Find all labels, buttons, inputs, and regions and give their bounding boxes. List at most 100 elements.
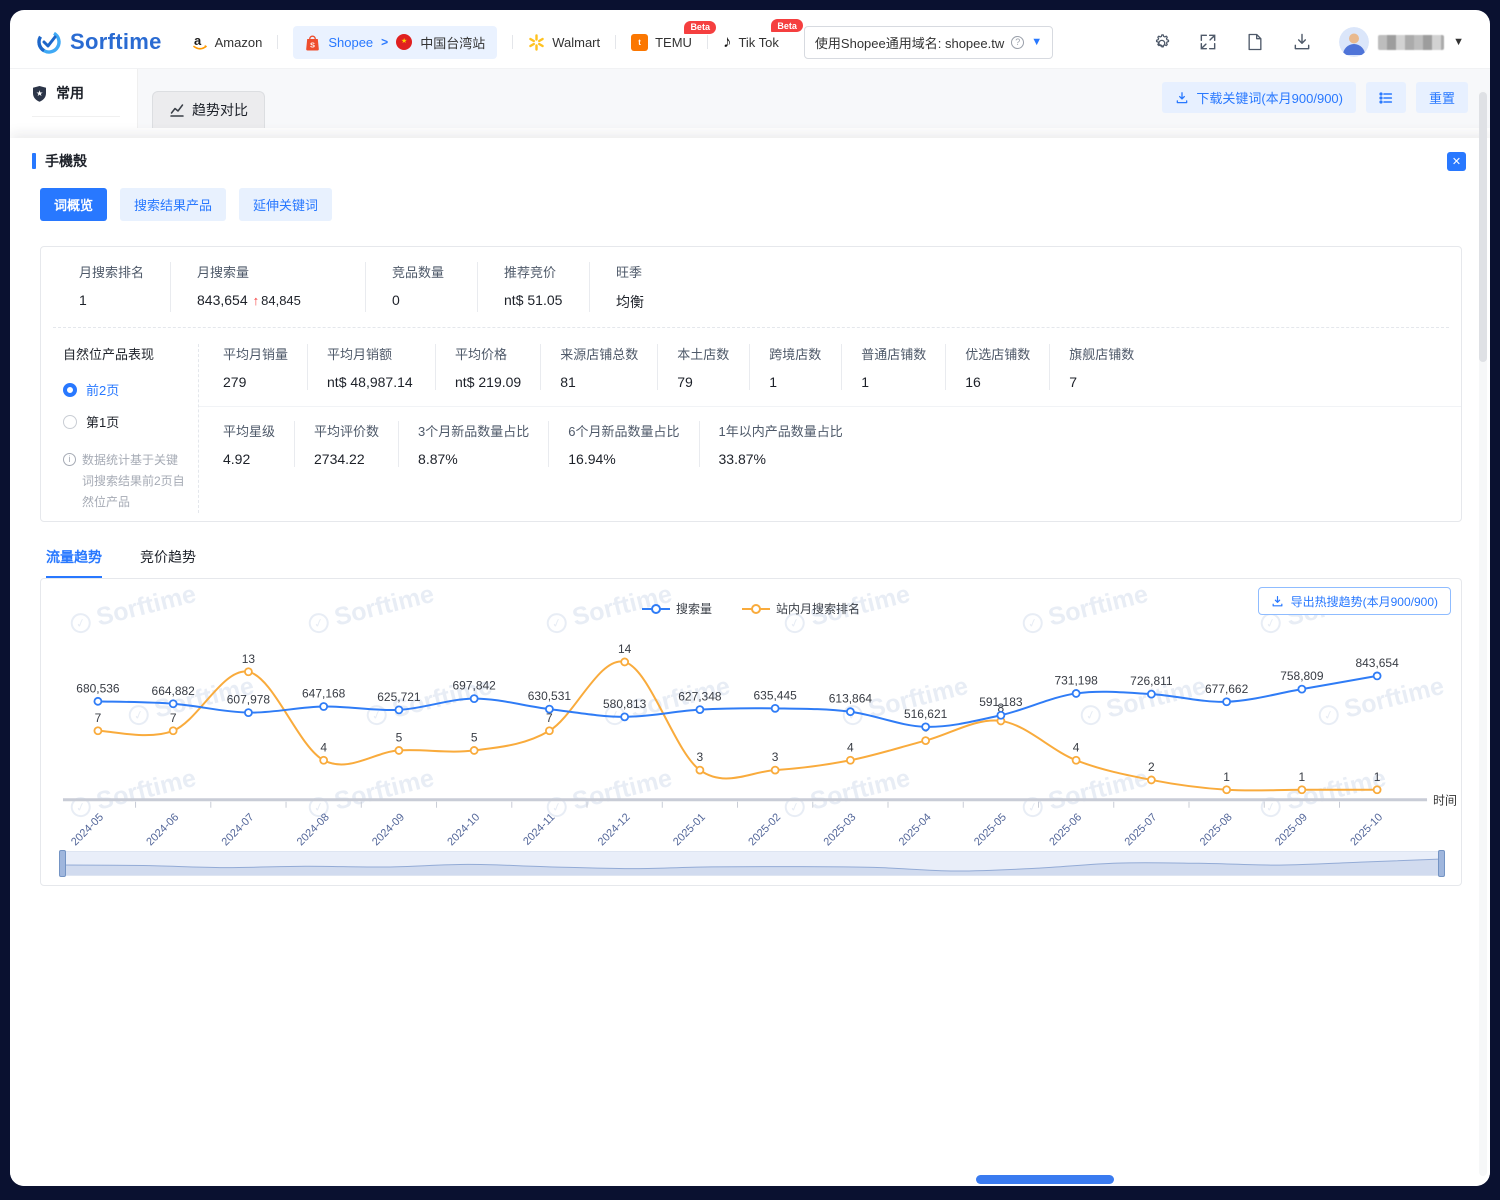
nav-shopee-group[interactable]: S Shopee > ★ 中国台湾站 — [293, 26, 497, 59]
stat-label: 旺季 — [616, 262, 675, 281]
sidebar: ★ 常用 — [10, 69, 138, 128]
stat-item: 跨境店数 1 ↑ — [749, 344, 841, 390]
radio-icon — [63, 383, 77, 397]
line-chart-icon — [169, 102, 185, 118]
keyword-list-button[interactable] — [1366, 82, 1406, 113]
brush-handle-right[interactable] — [1438, 850, 1445, 877]
stat-value-text: 16 — [965, 374, 981, 390]
brush-handle-left[interactable] — [59, 850, 66, 877]
svg-text:2024-12: 2024-12 — [596, 811, 633, 848]
domain-selector-label: 使用Shopee通用域名: shopee.tw — [815, 33, 1004, 52]
stat-item: 竞品数量 0 ↑ — [365, 262, 477, 312]
nav-walmart[interactable]: Walmart — [528, 34, 600, 51]
legend-item[interactable]: 搜索量 — [642, 600, 712, 617]
nav-tiktok[interactable]: ♪ Tik Tok Beta — [723, 32, 779, 52]
account-menu[interactable]: ▼ — [1339, 27, 1464, 57]
stat-value-text: 16.94% — [568, 451, 615, 467]
stat-value-text: nt$ 48,987.14 — [327, 374, 413, 390]
svg-text:697,842: 697,842 — [453, 679, 497, 693]
modal-tab[interactable]: 搜索结果产品 — [120, 188, 226, 221]
stat-value: nt$ 48,987.14 ↑ — [327, 374, 416, 390]
nav-divider — [277, 35, 278, 49]
legend-marker-icon — [642, 604, 670, 614]
svg-text:625,721: 625,721 — [377, 690, 421, 704]
modal-tab[interactable]: 词概览 — [40, 188, 107, 221]
stat-value: 33.87% ↑ — [719, 451, 843, 467]
stat-delta: ↑ 84,845 — [253, 293, 301, 308]
svg-text:2025-10: 2025-10 — [1348, 811, 1385, 848]
modal-tab-label: 延伸关键词 — [253, 198, 318, 213]
modal-tab[interactable]: 延伸关键词 — [239, 188, 332, 221]
stat-item: 旺季 均衡 ↑ — [589, 262, 701, 312]
domain-selector[interactable]: 使用Shopee通用域名: shopee.tw ? ▼ — [804, 26, 1053, 59]
trend-chart: 2024-052024-062024-072024-082024-092024-… — [41, 617, 1461, 849]
brand-logo: Sorftime — [36, 29, 162, 55]
trend-tab[interactable]: 竞价趋势 — [140, 547, 196, 578]
vertical-scrollbar-thumb[interactable] — [1479, 92, 1487, 362]
stat-value: 8.87% ↑ — [418, 451, 529, 467]
stat-label: 平均星级 — [223, 421, 275, 440]
export-trend-label: 导出热搜趋势(本月900/900) — [1291, 593, 1438, 610]
modal-tab-label: 词概览 — [54, 198, 93, 213]
nav-tiktok-label: Tik Tok — [738, 35, 778, 50]
nav-divider — [615, 35, 616, 49]
stat-value-text: 4.92 — [223, 451, 250, 467]
organic-note-text: 数据统计基于关键词搜索结果前2页自然位产品 — [82, 450, 185, 513]
list-icon — [1378, 90, 1394, 106]
stat-value: 81 ↑ — [560, 374, 638, 390]
organic-option[interactable]: 第1页 — [63, 412, 198, 431]
svg-text:S: S — [310, 40, 315, 49]
trend-tab[interactable]: 流量趋势 — [46, 547, 102, 578]
svg-text:3: 3 — [697, 750, 704, 764]
marketplace-nav: a Amazon S Shopee > ★ 中国台湾站 — [192, 26, 1053, 59]
vertical-scrollbar[interactable] — [1479, 90, 1487, 1176]
stat-value: 均衡 ↑ — [616, 292, 675, 312]
stat-label: 来源店铺总数 — [560, 344, 638, 363]
svg-text:2025-02: 2025-02 — [746, 811, 783, 848]
stat-item: 旗舰店铺数 7 ↑ — [1049, 344, 1153, 390]
datazoom-brush[interactable] — [61, 851, 1443, 876]
horizontal-scrollbar-thumb[interactable] — [976, 1175, 1114, 1184]
stat-value: 1 ↑ — [769, 374, 822, 390]
svg-text:4: 4 — [320, 740, 327, 754]
stat-value-text: 1 — [79, 292, 87, 308]
legend-label: 搜索量 — [676, 600, 712, 617]
stat-value: 2734.22 ↑ — [314, 451, 379, 467]
legend-label: 站内月搜索排名 — [776, 600, 860, 617]
brush-minimap — [62, 852, 1442, 875]
tab-trend-compare[interactable]: 趋势对比 — [152, 91, 265, 128]
reset-button[interactable]: 重置 — [1416, 82, 1468, 113]
trend-tabs: 流量趋势 竞价趋势 — [46, 547, 1468, 578]
svg-text:2025-07: 2025-07 — [1123, 811, 1160, 848]
svg-text:时间: 时间 — [1433, 794, 1457, 808]
fullscreen-icon[interactable] — [1198, 32, 1218, 52]
amazon-logo-icon: a — [192, 33, 208, 51]
nav-amazon[interactable]: a Amazon — [192, 33, 263, 51]
stat-label: 平均月销量 — [223, 344, 288, 363]
nav-temu[interactable]: t TEMU Beta — [631, 34, 692, 51]
stat-value: 279 ↑ — [223, 374, 288, 390]
svg-text:2: 2 — [1148, 760, 1155, 774]
avatar[interactable] — [1339, 27, 1369, 57]
stat-value-text: 7 — [1069, 374, 1077, 390]
nav-divider — [512, 35, 513, 49]
organic-option[interactable]: 前2页 — [63, 380, 198, 399]
svg-text:2025-03: 2025-03 — [822, 811, 859, 848]
svg-text:647,168: 647,168 — [302, 687, 346, 701]
help-icon[interactable]: ? — [1011, 36, 1024, 49]
svg-text:★: ★ — [36, 89, 43, 98]
export-trend-button[interactable]: 导出热搜趋势(本月900/900) — [1258, 587, 1451, 615]
stat-value: 4.92 ↑ — [223, 451, 275, 467]
shield-star-icon: ★ — [32, 85, 47, 102]
stat-item: 平均月销额 nt$ 48,987.14 ↑ — [307, 344, 435, 390]
file-icon[interactable] — [1245, 32, 1265, 52]
organic-note: i 数据统计基于关键词搜索结果前2页自然位产品 — [63, 450, 185, 513]
download-keywords-button[interactable]: 下载关键词(本月900/900) — [1162, 82, 1356, 113]
legend-item[interactable]: 站内月搜索排名 — [742, 600, 860, 617]
download-icon[interactable] — [1292, 32, 1312, 52]
svg-text:2024-09: 2024-09 — [370, 811, 407, 848]
settings-gear-icon[interactable] — [1151, 32, 1171, 52]
info-icon: i — [63, 453, 76, 466]
close-icon[interactable]: ✕ — [1447, 152, 1466, 171]
sidebar-item-favorites[interactable]: ★ 常用 — [32, 83, 120, 117]
